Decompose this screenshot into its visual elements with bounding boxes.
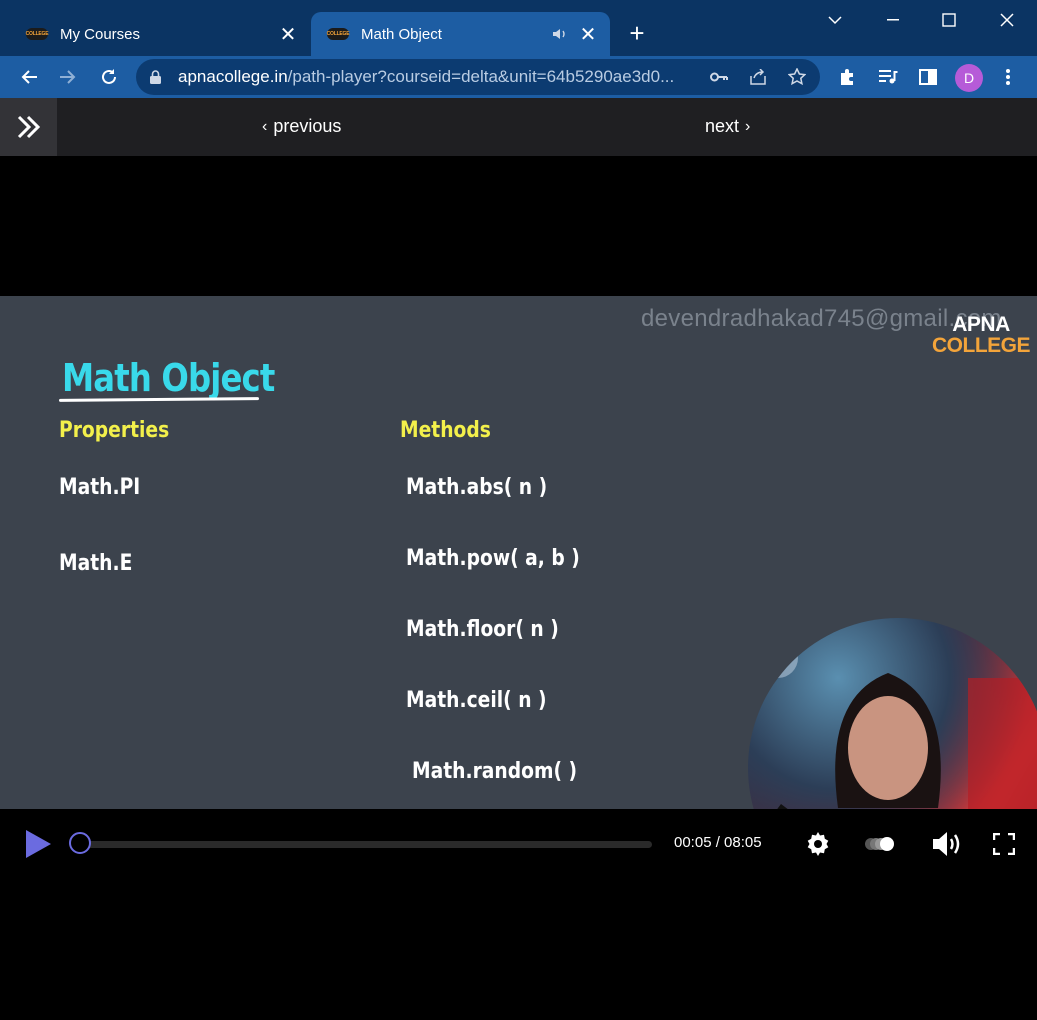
speaker-icon[interactable] xyxy=(552,27,568,41)
method-item: Math.floor( n ) xyxy=(406,617,559,642)
college-favicon-icon: COLLEGE xyxy=(327,28,350,40)
previous-label: previous xyxy=(273,116,342,136)
share-icon[interactable] xyxy=(743,62,773,92)
close-tab-icon[interactable]: ✕ xyxy=(576,22,600,46)
reload-button[interactable] xyxy=(94,62,124,92)
college-favicon-icon: COLLEGE xyxy=(26,28,49,40)
course-nav-bar: ‹ previous next › xyxy=(0,98,1037,156)
chevron-left-icon: ‹ xyxy=(262,117,268,135)
tab-title: Math Object xyxy=(361,25,442,43)
tab-search-icon[interactable] xyxy=(818,6,852,34)
profile-avatar[interactable]: D xyxy=(955,64,983,92)
browser-toolbar: apnacollege.in/path-player?courseid=delt… xyxy=(0,56,1037,98)
lock-icon[interactable] xyxy=(150,70,164,84)
media-control-icon[interactable] xyxy=(873,62,903,92)
method-item: Math.random( ) xyxy=(412,759,578,784)
extensions-icon[interactable] xyxy=(833,62,863,92)
volume-icon[interactable] xyxy=(930,829,964,859)
menu-kebab-icon[interactable] xyxy=(993,62,1023,92)
player-controls: 00:05 / 08:05 xyxy=(0,809,1037,877)
forward-button[interactable] xyxy=(53,62,83,92)
tab-math-object[interactable]: COLLEGE Math Object ✕ xyxy=(311,12,610,56)
previous-link[interactable]: ‹ previous xyxy=(262,116,341,137)
minimize-button[interactable] xyxy=(876,6,910,34)
play-icon[interactable] xyxy=(22,827,54,861)
method-item: Math.ceil( n ) xyxy=(406,688,547,713)
presenter-webcam xyxy=(748,618,1037,809)
url-text[interactable]: apnacollege.in/path-player?courseid=delt… xyxy=(178,67,698,87)
method-item: Math.pow( a, b ) xyxy=(406,546,580,571)
expand-sidebar-icon[interactable] xyxy=(0,98,57,156)
property-item: Math.E xyxy=(59,551,133,576)
browser-tab-strip: COLLEGE My Courses ✕ COLLEGE Math Object… xyxy=(0,0,1037,56)
slide-title: Math Object xyxy=(62,356,275,400)
next-label: next xyxy=(705,116,740,136)
close-window-button[interactable] xyxy=(990,6,1024,34)
fullscreen-icon[interactable] xyxy=(991,831,1017,857)
chevron-right-icon: › xyxy=(745,117,751,135)
properties-heading: Properties xyxy=(59,418,170,443)
title-underline xyxy=(58,397,260,402)
address-bar[interactable]: apnacollege.in/path-player?courseid=delt… xyxy=(136,59,820,95)
method-item: Math.abs( n ) xyxy=(406,475,548,500)
video-frame[interactable]: devendradhakad745@gmail.com APNA COLLEGE… xyxy=(0,296,1037,809)
progress-thumb[interactable] xyxy=(68,832,91,854)
back-button[interactable] xyxy=(14,62,44,92)
time-display: 00:05 / 08:05 xyxy=(674,834,762,851)
next-link[interactable]: next › xyxy=(705,116,750,137)
side-panel-icon[interactable] xyxy=(913,62,943,92)
property-item: Math.PI xyxy=(59,475,141,500)
bookmark-star-icon[interactable] xyxy=(782,62,812,92)
progress-track[interactable] xyxy=(74,841,652,848)
apna-college-logo: APNA COLLEGE xyxy=(932,313,1031,357)
gear-icon[interactable] xyxy=(803,829,833,859)
tab-my-courses[interactable]: COLLEGE My Courses ✕ xyxy=(10,12,310,56)
close-tab-icon[interactable]: ✕ xyxy=(276,22,300,46)
speed-toggle-icon[interactable] xyxy=(863,833,897,855)
maximize-button[interactable] xyxy=(932,6,966,34)
key-icon[interactable] xyxy=(704,62,734,92)
tab-title: My Courses xyxy=(60,25,141,43)
methods-heading: Methods xyxy=(400,418,491,443)
new-tab-button[interactable]: + xyxy=(622,18,652,48)
